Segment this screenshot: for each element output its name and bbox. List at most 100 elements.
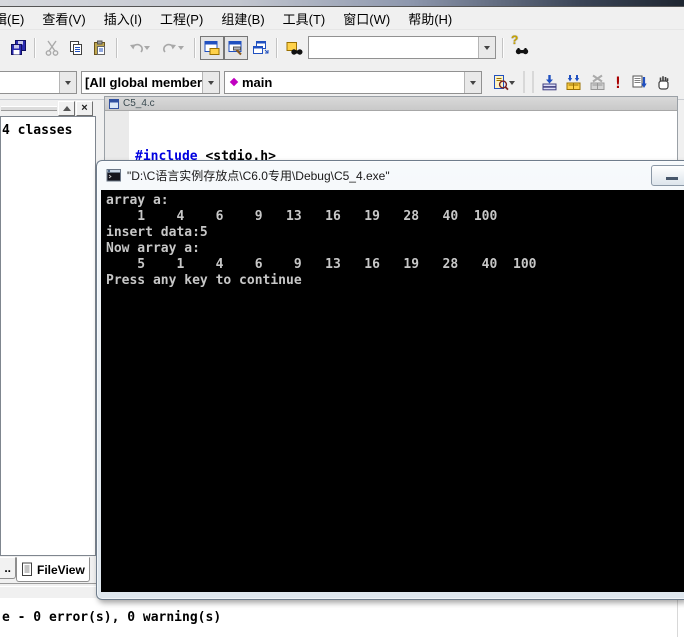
output-toggle-button[interactable] [224, 36, 248, 60]
undo-button[interactable] [122, 36, 156, 60]
menu-project[interactable]: 工程(P) [151, 7, 212, 30]
hand-icon [655, 74, 672, 91]
build-button[interactable] [561, 70, 585, 94]
go-icon [631, 74, 648, 91]
classview-root-item[interactable]: 4 classes [1, 117, 95, 138]
wizard-actions-button[interactable] [486, 70, 520, 94]
paste-icon [92, 40, 108, 56]
find-in-files-button[interactable] [282, 36, 306, 60]
classview-tree[interactable]: 4 classes [0, 116, 96, 556]
paste-button[interactable] [88, 36, 112, 60]
menu-tools[interactable]: 工具(T) [274, 7, 335, 30]
workspace-panel: × 4 classes .. FileView [0, 100, 97, 584]
toolbar-separator [194, 38, 196, 58]
console-client-area[interactable]: array a: 1 4 6 9 13 16 19 28 40 100inser… [101, 190, 684, 592]
save-all-icon [10, 39, 27, 56]
standard-toolbar: ? [0, 29, 684, 66]
console-window[interactable]: "D:\C语言实例存放点\C6.0专用\Debug\C5_4.exe" arra… [96, 160, 684, 600]
stop-build-icon [589, 74, 606, 91]
dropdown-arrow-icon [208, 81, 214, 88]
tab-classview[interactable]: .. [0, 557, 16, 579]
console-line: 1 4 6 9 13 16 19 28 40 100 [106, 209, 684, 225]
close-icon: × [81, 104, 87, 113]
output-panel: e - 0 error(s), 0 warning(s) [0, 598, 684, 637]
redo-dropdown-arrow-icon[interactable] [178, 46, 184, 53]
function-combobox-dropdown[interactable] [464, 72, 481, 93]
tab-fileview[interactable]: FileView [16, 557, 90, 582]
breakpoint-button[interactable] [651, 70, 675, 94]
panel-divider [0, 583, 96, 587]
undo-dropdown-arrow-icon[interactable] [144, 46, 150, 53]
function-diamond-icon [229, 77, 239, 87]
wizard-dropdown-arrow-icon[interactable] [509, 81, 515, 88]
workspace-toggle-button[interactable] [200, 36, 224, 60]
dropdown-arrow-icon [65, 81, 71, 88]
document-title: C5_4.c [123, 98, 155, 109]
toolbar-separator [276, 38, 278, 58]
go-button[interactable] [627, 70, 651, 94]
find-combobox-dropdown[interactable] [478, 37, 495, 58]
workspace-window-icon [204, 40, 220, 56]
copy-button[interactable] [64, 36, 88, 60]
menu-insert[interactable]: 插入(I) [95, 7, 151, 30]
cascade-windows-button[interactable] [248, 36, 272, 60]
menu-edit[interactable]: 辑(E) [0, 7, 33, 30]
redo-icon [162, 41, 178, 55]
workspace-docking-bar[interactable]: × [0, 100, 97, 116]
dropdown-arrow-icon [484, 46, 490, 53]
members-combobox-dropdown[interactable] [202, 72, 219, 93]
build-output-text: e - 0 error(s), 0 warning(s) [0, 598, 684, 625]
tab-fileview-label: FileView [37, 563, 85, 577]
console-line: array a: [106, 193, 684, 209]
cut-button[interactable] [40, 36, 64, 60]
toolbar-separator [502, 38, 504, 58]
console-title-text: "D:\C语言实例存放点\C6.0专用\Debug\C5_4.exe" [127, 167, 390, 184]
compile-icon [541, 74, 558, 91]
redo-button[interactable] [156, 36, 190, 60]
console-text: array a: 1 4 6 9 13 16 19 28 40 100inser… [101, 190, 684, 289]
save-all-button[interactable] [6, 36, 30, 60]
function-combobox[interactable]: main [224, 71, 482, 94]
console-line: 5 1 4 6 9 13 16 19 28 40 100 [106, 257, 684, 273]
members-combobox[interactable]: [All global members [81, 71, 220, 94]
dropdown-arrow-icon [470, 81, 476, 88]
docking-grip[interactable] [1, 106, 57, 111]
stop-build-button[interactable] [585, 70, 609, 94]
toolbar-separator [34, 38, 36, 58]
question-mark-icon: ? [511, 33, 518, 47]
console-line: Press any key to continue [106, 273, 684, 289]
execute-exclamation-icon: ! [613, 73, 623, 92]
workspace-expand-button[interactable] [58, 101, 75, 116]
minimize-icon [666, 177, 678, 180]
build-icon [565, 74, 582, 91]
workspace-close-button[interactable]: × [76, 101, 93, 116]
search-help-button[interactable]: ? [510, 36, 534, 60]
compile-button[interactable] [537, 70, 561, 94]
document-icon [21, 562, 34, 577]
menu-build[interactable]: 组建(B) [212, 7, 273, 30]
menu-window[interactable]: 窗口(W) [334, 7, 399, 30]
menu-view[interactable]: 查看(V) [33, 7, 94, 30]
document-window-icon [109, 99, 119, 109]
menu-bar: 辑(E) 查看(V) 插入(I) 工程(P) 组建(B) 工具(T) 窗口(W)… [0, 7, 684, 29]
class-combobox-dropdown[interactable] [59, 72, 76, 93]
copy-icon [68, 40, 84, 56]
class-combobox[interactable] [0, 71, 77, 94]
menu-help[interactable]: 帮助(H) [399, 7, 461, 30]
toolbar-grip[interactable] [523, 71, 534, 93]
minimize-button[interactable] [651, 165, 684, 186]
console-line: Now array a: [106, 241, 684, 257]
undo-icon [128, 41, 144, 55]
output-window-icon [228, 40, 244, 56]
toolbar-separator [116, 38, 118, 58]
output-scrollbar-edge [677, 598, 678, 637]
triangle-up-icon [63, 102, 71, 111]
document-titlebar[interactable]: C5_4.c [105, 97, 677, 111]
members-combobox-value[interactable]: [All global members [82, 75, 202, 90]
console-icon [106, 168, 122, 183]
find-combobox[interactable] [308, 36, 496, 59]
execute-button[interactable]: ! [609, 70, 627, 94]
console-titlebar[interactable]: "D:\C语言实例存放点\C6.0专用\Debug\C5_4.exe" [98, 161, 684, 190]
wizard-icon [492, 74, 509, 91]
function-combobox-value[interactable]: main [239, 75, 464, 90]
